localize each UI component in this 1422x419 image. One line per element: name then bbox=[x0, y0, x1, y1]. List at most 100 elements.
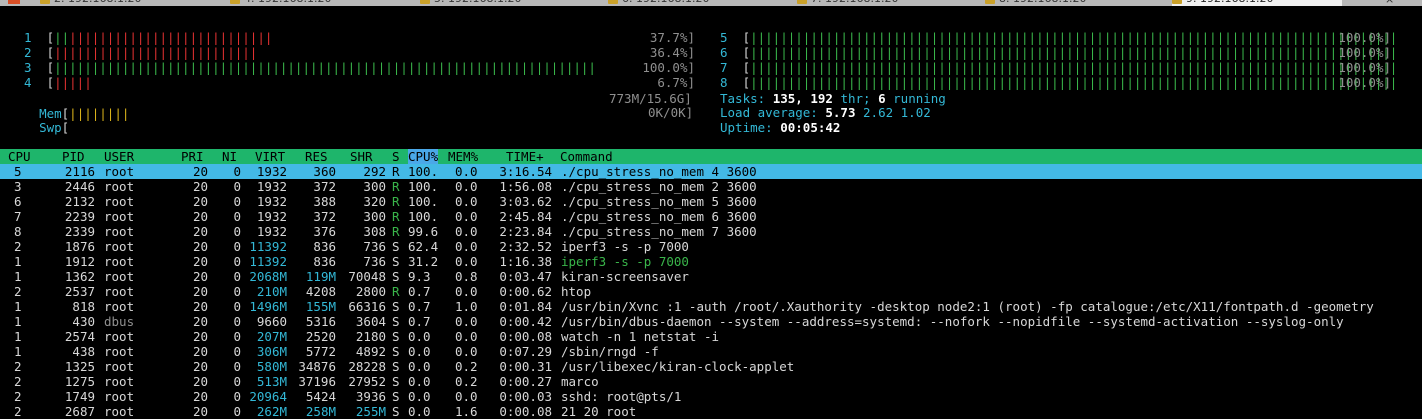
session-tab-label: 9. 192.168.1.20 bbox=[1186, 0, 1273, 5]
cpu-bar: ||||||||||||||||||||||||||||||||||||||||… bbox=[750, 60, 1398, 75]
cpu-meter-percent: 36.4%] bbox=[649, 45, 695, 60]
session-tab[interactable]: 5. 192.168.1.20 bbox=[420, 0, 590, 6]
process-cpup: 0.0 bbox=[408, 329, 431, 344]
process-res: 5316 bbox=[305, 314, 336, 329]
process-virt: 2068M bbox=[249, 269, 287, 284]
process-row[interactable]: 1 1362 root 20 0 2068M 119M 70048 S 9.3 0.8 0:03.47… bbox=[0, 269, 1422, 284]
process-cpup: 0.7 bbox=[408, 314, 431, 329]
process-virt: 210M bbox=[256, 284, 287, 299]
process-pri: 20 bbox=[192, 329, 208, 344]
process-pid: 2446 bbox=[64, 179, 95, 194]
process-pid: 2132 bbox=[64, 194, 95, 209]
process-ni: 0 bbox=[233, 404, 241, 419]
load-5: 2.62 bbox=[863, 105, 894, 120]
process-cpup: 62.4 bbox=[408, 239, 439, 254]
process-row[interactable]: 2 2537 root 20 0 210M 4208 2800 R 0.7 0.0 0:00.62 ht… bbox=[0, 284, 1422, 299]
column-header-shr[interactable]: SHR bbox=[350, 149, 373, 164]
column-header-user[interactable]: USER bbox=[104, 149, 134, 164]
process-memp: 0.0 bbox=[455, 314, 478, 329]
process-user: root bbox=[104, 389, 135, 404]
column-header-time[interactable]: TIME+ bbox=[506, 149, 544, 164]
process-row[interactable]: 2 1749 root 20 0 20964 5424 3936 S 0.0 0.0 0:00.03 s… bbox=[0, 389, 1422, 404]
process-memp: 0.0 bbox=[455, 224, 478, 239]
process-row[interactable]: 1 2574 root 20 0 207M 2520 2180 S 0.0 0.0 0:00.08 wa… bbox=[0, 329, 1422, 344]
process-s: S bbox=[392, 239, 400, 254]
process-row[interactable]: 2 2687 root 20 0 262M 258M 255M S 0.0 1.6 0:00.08 21… bbox=[0, 404, 1422, 419]
cpu-bar: ||||||||||||||||||||||||||||||||||||||||… bbox=[750, 75, 1398, 90]
column-header-ni[interactable]: NI bbox=[222, 149, 237, 164]
column-header-cpup[interactable]: CPU% bbox=[408, 149, 439, 164]
column-header-virt[interactable]: VIRT bbox=[255, 149, 285, 164]
cpu-meter-label: 2 bbox=[24, 45, 32, 60]
process-cpu: 7 bbox=[14, 209, 22, 224]
cpu-meter-7: 7 [|||||||||||||||||||||||||||||||||||||… bbox=[720, 60, 1398, 75]
column-header-res[interactable]: RES bbox=[305, 149, 328, 164]
process-row[interactable]: 1 438 root 20 0 306M 5772 4892 S 0.0 0.0 0:07.29/sb… bbox=[0, 344, 1422, 359]
cpu-bar: ||||| bbox=[54, 75, 92, 90]
process-pri: 20 bbox=[192, 239, 208, 254]
process-shr: 4892 bbox=[355, 344, 386, 359]
process-row[interactable]: 8 2339 root 20 0 1932 376 308 R 99.6 0.0 2:23.84 ./c… bbox=[0, 224, 1422, 239]
process-ni: 0 bbox=[233, 164, 241, 179]
process-shr: 320 bbox=[363, 194, 386, 209]
process-ni: 0 bbox=[233, 284, 241, 299]
process-memp: 0.0 bbox=[455, 329, 478, 344]
column-header-s[interactable]: S bbox=[392, 149, 400, 164]
process-cpu: 2 bbox=[14, 359, 22, 374]
load-average-line: Load average: 5.73 2.62 1.02 bbox=[720, 105, 931, 120]
cpu-bar: ||||||||||||||||||||||||||||||||||||||||… bbox=[750, 30, 1398, 45]
process-row[interactable]: 1 430 dbus 20 0 9660 5316 3604 S 0.7 0.0 0:00.42/us… bbox=[0, 314, 1422, 329]
swp-label: Swp bbox=[39, 120, 62, 135]
process-memp: 0.2 bbox=[455, 359, 478, 374]
cpu-meter-label: 1 bbox=[24, 30, 32, 45]
process-row[interactable]: 7 2239 root 20 0 1932 372 300 R 100. 0.0 2:45.84 ./c… bbox=[0, 209, 1422, 224]
mem-bar: |||||||| bbox=[69, 106, 130, 121]
process-row[interactable]: 5 2116 root 20 0 1932 360 292 R 100. 0.0 3:16.54 ./c… bbox=[0, 164, 1422, 179]
process-time: 0:03.47 bbox=[499, 269, 552, 284]
process-ni: 0 bbox=[233, 239, 241, 254]
session-tab[interactable]: 4. 192.168.1.20 bbox=[230, 0, 400, 6]
cpu-meter-percent: 100.0%] bbox=[1338, 45, 1391, 60]
session-tab[interactable]: 7. 192.168.1.20 bbox=[797, 0, 967, 6]
process-cmd: /usr/libexec/kiran-clock-applet bbox=[561, 359, 795, 374]
process-row[interactable]: 2 1325 root 20 0 580M 34876 28228 S 0.0 0.2 0:00.31… bbox=[0, 359, 1422, 374]
process-pri: 20 bbox=[192, 209, 208, 224]
process-row[interactable]: 1 818 root 20 0 1496M 155M 66316 S 0.7 1.0 0:01.84 /… bbox=[0, 299, 1422, 314]
process-res: 5424 bbox=[305, 389, 336, 404]
process-memp: 0.2 bbox=[455, 374, 478, 389]
cpu-meter-percent: 6.7%] bbox=[657, 75, 695, 90]
close-tab-icon[interactable]: × bbox=[1385, 0, 1394, 6]
process-pri: 20 bbox=[192, 284, 208, 299]
column-header-command[interactable]: Command bbox=[560, 149, 613, 164]
process-virt: 20964 bbox=[249, 389, 287, 404]
process-cpup: 0.0 bbox=[408, 344, 431, 359]
column-header-memp[interactable]: MEM% bbox=[448, 149, 478, 164]
session-tab[interactable]: 6. 192.168.1.20 bbox=[608, 0, 778, 6]
column-header-pri[interactable]: PRI bbox=[181, 149, 204, 164]
process-row[interactable]: 2 1275 root 20 0 513M 37196 27952 S 0.0 0.2 0:00.27… bbox=[0, 374, 1422, 389]
process-ni: 0 bbox=[233, 254, 241, 269]
process-time: 2:32.52 bbox=[499, 239, 552, 254]
session-tab[interactable]: 9. 192.168.1.20 bbox=[1172, 0, 1342, 6]
process-row[interactable]: 6 2132 root 20 0 1932 388 320 R 100. 0.0 3:03.62 ./c… bbox=[0, 194, 1422, 209]
process-shr: 292 bbox=[363, 164, 386, 179]
process-res: 376 bbox=[313, 224, 336, 239]
session-tab[interactable]: 8. 192.168.1.20 bbox=[985, 0, 1155, 6]
column-header-cpu[interactable]: CPU bbox=[8, 149, 31, 164]
process-s: R bbox=[392, 194, 400, 209]
process-row[interactable]: 1 1912 root 20 0 11392 836 736 S 31.2 0.0 1:16.38 ip… bbox=[0, 254, 1422, 269]
process-row[interactable]: 3 2446 root 20 0 1932 372 300 R 100. 0.0 1:56.08 ./c… bbox=[0, 179, 1422, 194]
process-s: S bbox=[392, 254, 400, 269]
process-res: 258M bbox=[305, 404, 336, 419]
process-res: 2520 bbox=[305, 329, 336, 344]
session-tab[interactable]: 2. 192.168.1.20 bbox=[40, 0, 210, 6]
process-cmd: ./cpu_stress_no_mem 2 3600 bbox=[561, 179, 757, 194]
process-ni: 0 bbox=[233, 374, 241, 389]
column-header-pid[interactable]: PID bbox=[62, 149, 85, 164]
cpu-meter-label: 3 bbox=[24, 60, 32, 75]
cpu-meter-label: 8 bbox=[720, 75, 728, 90]
process-user: root bbox=[104, 404, 135, 419]
process-row[interactable]: 2 1876 root 20 0 11392 836 736 S 62.4 0.0 2:32.52 ip… bbox=[0, 239, 1422, 254]
process-virt: 262M bbox=[256, 404, 287, 419]
terminal-session-icon bbox=[797, 0, 807, 4]
